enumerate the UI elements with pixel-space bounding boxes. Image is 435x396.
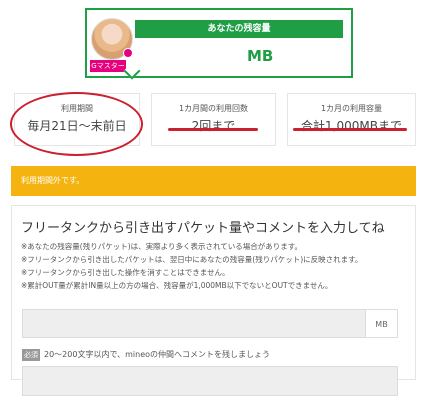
master-badge: Gマスター <box>90 60 126 72</box>
stat-count: 1カ月間の利用回数 2回まで <box>151 93 276 146</box>
note-line: ※フリータンクから引き出したパケットは、翌日中にあなたの残容量(残りパケット)に… <box>21 255 363 264</box>
packet-amount-input[interactable] <box>22 309 366 338</box>
note-line: ※累計OUT量が累計IN量以上の方の場合、残容量が1,000MB以下でないとOU… <box>21 281 333 290</box>
withdraw-form-panel: フリータンクから引き出すパケット量やコメントを入力してね ※あなたの残容量(残り… <box>11 205 416 396</box>
note-line: ※あなたの残容量(残りパケット)は、実際より多く表示されている場合があります。 <box>21 242 303 251</box>
remaining-title: あなたの残容量 <box>135 20 343 38</box>
stat-capacity-label: 1カ月の利用容量 <box>320 104 383 113</box>
stat-capacity: 1カ月の利用容量 合計1,000MBまで <box>287 93 416 146</box>
form-notes: ※あなたの残容量(残りパケット)は、実際より多く表示されている場合があります。 … <box>21 240 406 292</box>
stat-count-value: 2回まで <box>191 119 236 133</box>
stat-capacity-value: 合計1,000MBまで <box>301 119 402 133</box>
remaining-unit: MB <box>247 47 274 65</box>
note-line: ※フリータンクから引き出した操作を消すことはできません。 <box>21 268 230 277</box>
annotation-underline-count <box>168 128 258 131</box>
required-badge: 必須 <box>22 349 40 361</box>
stat-count-label: 1カ月間の利用回数 <box>178 104 249 113</box>
comment-input[interactable] <box>22 366 398 396</box>
out-of-period-notice: 利用期間外です。 <box>11 166 416 196</box>
status-dot-icon <box>123 48 133 58</box>
annotation-underline-capacity <box>293 128 407 131</box>
annotation-ellipse <box>10 92 143 156</box>
packet-amount-unit: MB <box>366 309 398 338</box>
comment-hint: 20〜200文字以内で、mineoの仲間へコメントを残しましょう <box>44 350 271 359</box>
form-title: フリータンクから引き出すパケット量やコメントを入力してね <box>21 221 385 236</box>
